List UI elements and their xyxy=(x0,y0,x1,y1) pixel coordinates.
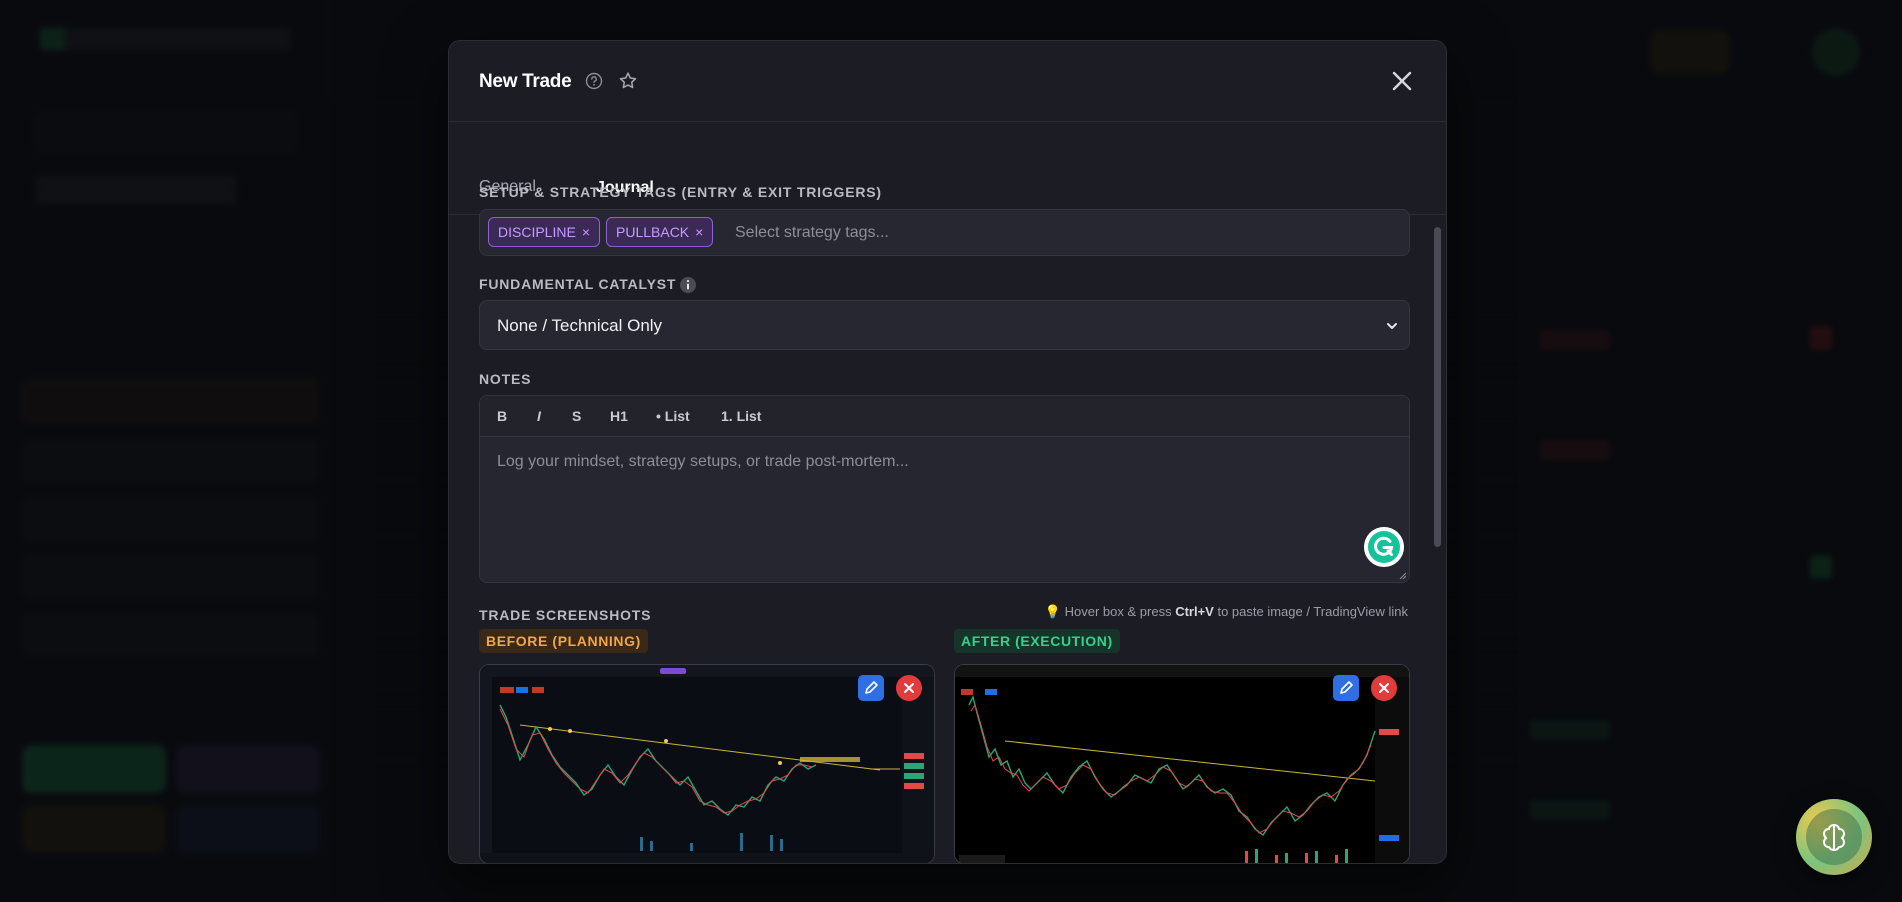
new-trade-modal: New Trade General Journal SETUP & STRATE… xyxy=(448,40,1447,864)
delete-screenshot-button[interactable] xyxy=(896,675,922,701)
paste-hint-key: Ctrl+V xyxy=(1175,604,1214,619)
delete-screenshot-button[interactable] xyxy=(1371,675,1397,701)
strategy-tags-input[interactable]: DISCIPLINE × PULLBACK × Select strategy ta… xyxy=(479,209,1410,256)
italic-button[interactable]: I xyxy=(537,408,541,424)
grammarly-icon[interactable] xyxy=(1364,527,1404,567)
catalyst-select-value: None / Technical Only xyxy=(497,316,663,335)
ai-assistant-button[interactable] xyxy=(1796,799,1872,875)
close-icon xyxy=(904,683,914,693)
star-icon[interactable] xyxy=(618,71,638,91)
after-badge: AFTER (EXECUTION) xyxy=(954,629,1120,653)
notes-editor: B I S H1 • List 1. List Log your mindset… xyxy=(479,395,1410,583)
heading-button[interactable]: H1 xyxy=(610,408,628,424)
strategy-tags-label: SETUP & STRATEGY TAGS (ENTRY & EXIT TRIG… xyxy=(479,184,882,200)
modal-scrollbar[interactable] xyxy=(1434,227,1441,547)
before-badge: BEFORE (PLANNING) xyxy=(479,629,648,653)
numbered-list-button[interactable]: 1. List xyxy=(721,408,761,424)
notes-placeholder: Log your mindset, strategy setups, or tr… xyxy=(497,453,909,470)
tag-chip: PULLBACK × xyxy=(606,217,714,247)
screenshots-label: TRADE SCREENSHOTS xyxy=(479,607,652,623)
notes-label: NOTES xyxy=(479,371,532,387)
tags-placeholder: Select strategy tags... xyxy=(735,224,889,241)
catalyst-label: FUNDAMENTAL CATALYST xyxy=(479,276,677,292)
catalyst-select[interactable]: None / Technical Only xyxy=(479,300,1410,350)
notes-toolbar: B I S H1 • List 1. List xyxy=(480,396,1409,437)
chevron-down-icon xyxy=(1387,323,1397,329)
bullet-list-button[interactable]: • List xyxy=(656,408,690,424)
modal-header: New Trade xyxy=(449,41,1446,122)
pencil-icon xyxy=(1340,681,1353,694)
modal-title: New Trade xyxy=(479,71,572,92)
paste-hint: 💡 Hover box & press Ctrl+V to paste imag… xyxy=(1045,604,1408,620)
tab-journal[interactable]: Journal xyxy=(567,122,681,215)
tag-chip: DISCIPLINE × xyxy=(488,217,600,247)
paste-hint-prefix: 💡 Hover box & press xyxy=(1044,604,1176,619)
resize-handle-icon[interactable] xyxy=(1399,572,1407,580)
tag-chip-label: PULLBACK xyxy=(616,224,690,240)
bold-button[interactable]: B xyxy=(497,408,507,424)
tag-chip-label: DISCIPLINE xyxy=(498,224,576,240)
brain-icon xyxy=(1822,824,1846,851)
edit-screenshot-button[interactable] xyxy=(1333,675,1359,701)
pencil-icon xyxy=(865,681,878,694)
close-icon xyxy=(1379,683,1389,693)
tag-remove-icon[interactable]: × xyxy=(582,224,590,240)
before-screenshot[interactable] xyxy=(479,664,935,863)
after-screenshot[interactable] xyxy=(954,664,1410,863)
info-icon[interactable] xyxy=(679,276,697,294)
edit-screenshot-button[interactable] xyxy=(858,675,884,701)
modal-tabs: General Journal xyxy=(449,122,1446,215)
tag-remove-icon[interactable]: × xyxy=(695,224,703,240)
close-icon[interactable] xyxy=(1388,67,1416,95)
help-circle-icon[interactable] xyxy=(585,72,603,90)
strike-button[interactable]: S xyxy=(572,408,581,424)
notes-textarea[interactable]: Log your mindset, strategy setups, or tr… xyxy=(480,437,1409,582)
paste-hint-suffix: to paste image / TradingView link xyxy=(1213,604,1408,619)
